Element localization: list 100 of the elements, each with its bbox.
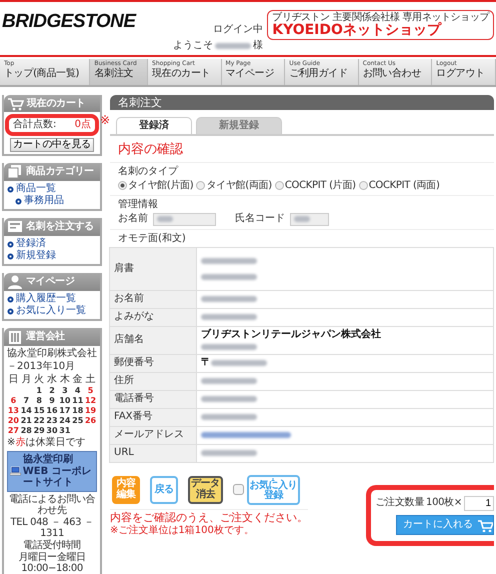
blurred-text — [201, 258, 257, 264]
cell-text: 〒 — [201, 357, 211, 370]
radio-button[interactable] — [274, 181, 284, 190]
calendar-day: 1 — [32, 386, 46, 396]
corporate-site-banner[interactable]: 協永堂印刷 WEB コーポレートサイト — [7, 451, 97, 492]
nav-label: 現在のカート — [152, 68, 212, 79]
quantity-label: ご注文数量 — [376, 497, 424, 510]
field-label: 氏名コード — [235, 213, 285, 226]
calendar-day: 6 — [7, 396, 20, 406]
bullet-icon — [7, 240, 14, 248]
note-mark: ※ — [100, 113, 110, 128]
calendar-day: 22 — [32, 416, 46, 426]
calendar-day: 28 — [20, 426, 33, 436]
bullet-icon — [7, 296, 14, 302]
table-header-cell: 電話番号 — [110, 390, 197, 408]
confirm-message: 内容をご確認のうえ、ご注文ください。 — [110, 510, 308, 524]
table-header-cell: メールアドレス — [110, 426, 197, 444]
table-header-cell: 住所 — [110, 372, 197, 390]
weekday-label: 水 — [46, 374, 58, 386]
calendar-day: 30 — [46, 426, 58, 436]
quantity-field[interactable]: 1 — [464, 496, 494, 511]
clear-data-button[interactable]: データ 消去 — [188, 476, 222, 504]
calendar-day: 21 — [20, 416, 33, 426]
blurred-text — [201, 344, 257, 350]
weekday-label: 土 — [84, 374, 97, 386]
card-icon — [7, 219, 23, 235]
nav-label: ご利用ガイド — [289, 68, 348, 79]
panel-title: 商品カテゴリー — [26, 166, 94, 178]
contact-text: TEL 048 － 463 － 1311 — [10, 516, 94, 538]
calendar-day: 18 — [71, 406, 84, 416]
weekday-label: 木 — [58, 374, 71, 386]
blurred-text — [294, 216, 310, 222]
nav-label: トップ(商品一覧) — [4, 68, 80, 79]
blurred-text — [211, 360, 267, 366]
table-header-cell: お名前 — [110, 290, 197, 308]
nav-label: 名刺注文 — [94, 68, 134, 79]
radio-label: タイヤ館(両面) — [206, 180, 272, 192]
field-label: 名刺のタイプ — [118, 166, 180, 178]
bullet-icon — [15, 198, 22, 204]
radio-label: COCKPIT (片面) — [284, 180, 356, 192]
calendar-day: 7 — [20, 396, 33, 406]
sidebar-link[interactable]: 登録済 — [16, 238, 46, 250]
radio-button[interactable] — [358, 181, 368, 190]
calendar-day: 26 — [84, 416, 97, 426]
input-field[interactable] — [290, 212, 329, 226]
calendar-day: 29 — [32, 426, 46, 436]
calendar-day: 4 — [71, 386, 84, 396]
radio-button[interactable] — [118, 181, 127, 190]
calendar-day: 12 — [84, 396, 97, 406]
calendar-legend: ※赤は休業日です — [7, 437, 86, 449]
order-note: ※ご注文単位は1箱100枚です。 — [110, 524, 255, 537]
field-label: オモテ面(和文) — [117, 232, 187, 246]
login-status: ログイン中 — [213, 24, 264, 36]
input-field[interactable] — [153, 212, 216, 226]
calendar-day: 17 — [58, 406, 72, 416]
contact-text: 電話によるお問い合わせ先 — [8, 494, 96, 516]
calendar-day: 15 — [32, 406, 46, 416]
table-header-cell: 肩書 — [110, 248, 197, 290]
calendar-day: 19 — [84, 406, 97, 416]
calendar-day: 31 — [58, 426, 72, 436]
radio-label: COCKPIT (両面) — [368, 180, 440, 192]
blurred-text — [201, 296, 257, 302]
weekday-label: 月 — [20, 374, 32, 386]
sidebar-link[interactable]: 新規登録 — [16, 250, 56, 262]
tab[interactable]: 登録済 — [116, 117, 192, 134]
bullet-icon — [7, 308, 14, 314]
windows-icon — [7, 164, 23, 180]
bullet-icon — [7, 252, 14, 260]
nav-label: マイページ — [226, 68, 276, 79]
building-icon — [7, 329, 23, 345]
table-header-cell: FAX番号 — [110, 408, 197, 426]
total-value: 0点 — [74, 119, 91, 131]
panel-title: 運営会社 — [26, 331, 65, 343]
field-label: お名前 — [118, 213, 148, 226]
blurred-text — [215, 43, 252, 49]
sidebar-link[interactable]: お気に入り一覧 — [16, 305, 86, 317]
table-header-cell: URL — [110, 444, 197, 462]
total-label: 合計点数: — [13, 119, 56, 131]
panel-title: 現在のカート — [27, 98, 86, 110]
cart-icon — [477, 518, 493, 532]
cell-text: ブリヂストンリテールジャパン株式会社 — [201, 328, 382, 341]
weekday-label: 金 — [72, 374, 84, 386]
sidebar-link[interactable]: 事務用品 — [24, 195, 64, 207]
calendar-day: 9 — [46, 396, 58, 406]
sidebar-link[interactable]: 購入履歴一覧 — [16, 293, 76, 305]
calendar-day: 10 — [58, 396, 72, 406]
weekday-label: 火 — [33, 374, 46, 386]
blurred-text — [157, 216, 173, 222]
calendar-day: 3 — [58, 386, 72, 396]
view-cart-button[interactable]: カートの中を見る — [10, 138, 94, 152]
calendar-day: 13 — [7, 406, 20, 416]
contact-text: 月曜日ー金曜日10:00−18:00 — [17, 552, 87, 574]
field-label: 管理情報 — [118, 198, 159, 211]
nav-label: ログアウト — [436, 68, 486, 79]
table-header-cell: 郵便番号 — [110, 354, 197, 372]
radio-button[interactable] — [196, 181, 206, 190]
sidebar-link[interactable]: 商品一覧 — [16, 183, 56, 195]
checkbox[interactable] — [232, 484, 244, 496]
table-header-cell: よみがな — [110, 308, 197, 326]
blurred-text — [201, 396, 257, 402]
